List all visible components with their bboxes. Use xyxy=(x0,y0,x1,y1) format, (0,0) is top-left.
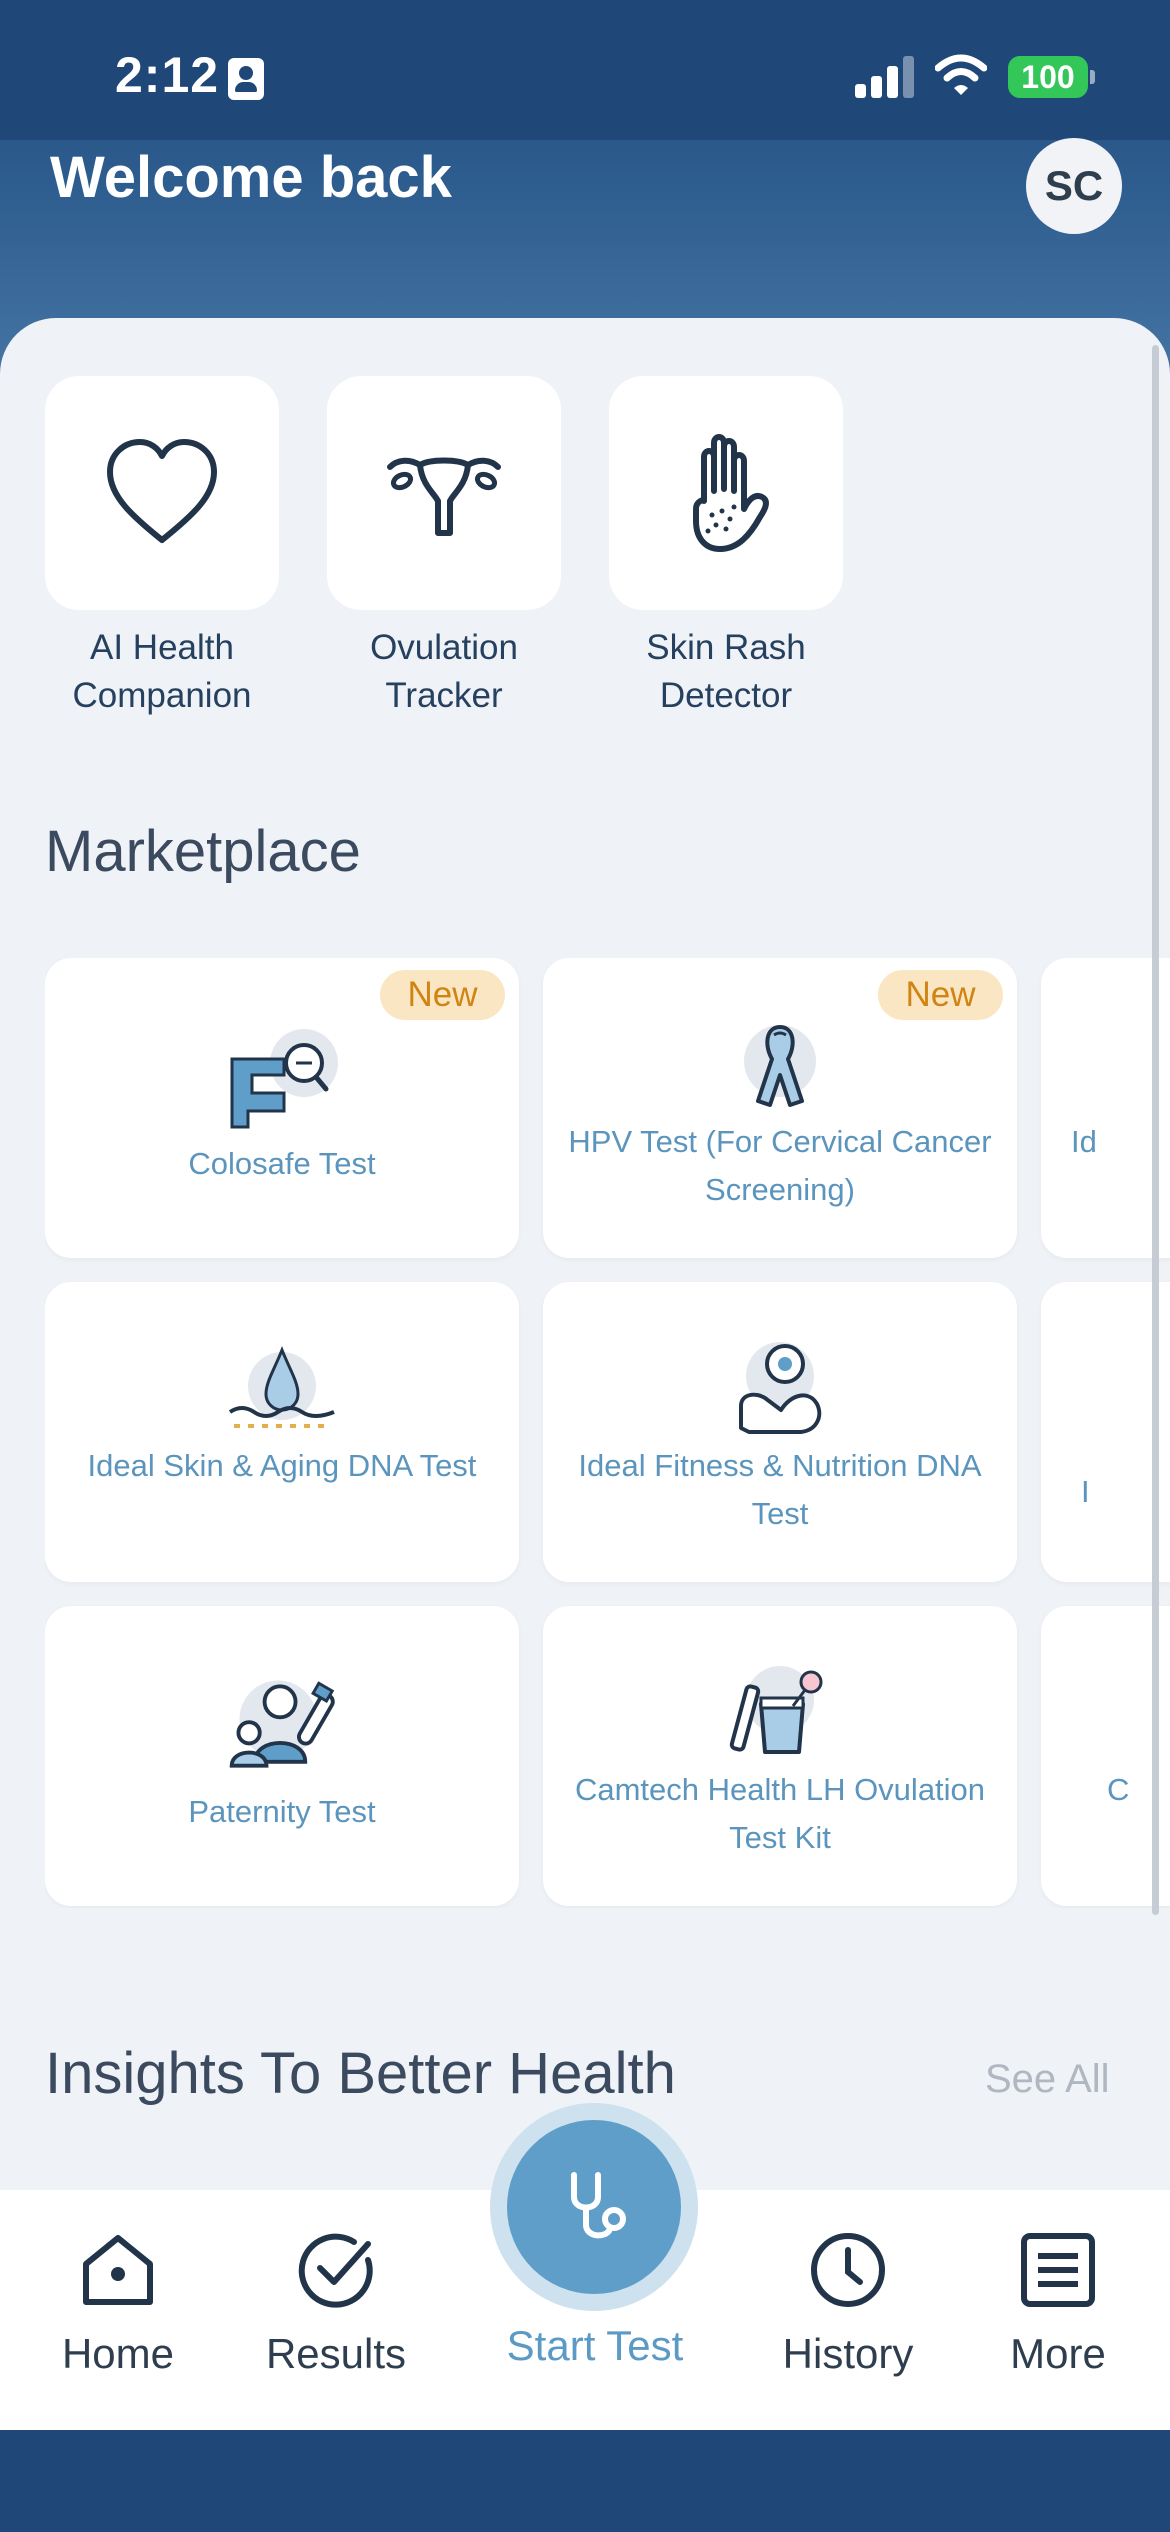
product-card-partial-2[interactable]: I xyxy=(1041,1282,1170,1582)
skin-drop-icon xyxy=(222,1332,342,1452)
product-label: I xyxy=(1081,1474,1090,1509)
colon-test-icon xyxy=(222,1018,342,1138)
product-label: Camtech Health LH Ovulation Test Kit xyxy=(574,1772,986,1855)
clock-icon xyxy=(811,2233,885,2307)
product-label: Id xyxy=(1071,1124,1097,1159)
product-card-partial-1[interactable]: Id xyxy=(1041,958,1170,1258)
product-label: Ideal Skin & Aging DNA Test xyxy=(87,1448,477,1483)
product-label: Colosafe Test xyxy=(188,1146,376,1181)
new-badge: New xyxy=(878,970,1003,1020)
quick-action-tile[interactable] xyxy=(609,376,843,610)
nav-label: History xyxy=(782,2330,914,2377)
start-test-label[interactable]: Start Test xyxy=(445,2322,745,2370)
start-test-button[interactable] xyxy=(507,2120,681,2294)
stethoscope-icon xyxy=(571,2172,626,2239)
nav-label: Home xyxy=(61,2330,175,2377)
quick-action-tile[interactable] xyxy=(45,376,279,610)
check-circle-icon xyxy=(298,2233,373,2308)
battery-tip xyxy=(1090,70,1095,84)
wifi-icon xyxy=(935,54,987,95)
welcome-heading: Welcome back xyxy=(50,145,452,210)
heart-icon xyxy=(107,439,217,543)
nav-home[interactable]: Home xyxy=(18,2230,218,2378)
product-card-hpv[interactable]: New HPV Test (For Cervical Cancer Screen… xyxy=(543,958,1017,1258)
paternity-icon xyxy=(222,1666,342,1786)
nav-label: More xyxy=(1010,2330,1106,2377)
contact-card-icon xyxy=(228,58,264,100)
product-label: HPV Test (For Cervical Cancer Screening) xyxy=(568,1124,992,1207)
quick-action-ai-health-companion[interactable]: AI Health Companion xyxy=(45,376,279,720)
quick-action-label: Ovulation Tracker xyxy=(370,628,518,715)
quick-action-label: AI Health Companion xyxy=(72,628,252,715)
product-card-skin-aging-dna[interactable]: Ideal Skin & Aging DNA Test xyxy=(45,1282,519,1582)
product-card-paternity[interactable]: Paternity Test xyxy=(45,1606,519,1906)
status-bar: 2:12 100 xyxy=(0,0,1170,140)
see-all-link[interactable]: See All xyxy=(985,2057,1110,2102)
status-time: 2:12 xyxy=(115,47,220,103)
hand-rash-icon xyxy=(693,434,769,552)
quick-action-tile[interactable] xyxy=(327,376,561,610)
quick-action-skin-rash-detector[interactable]: Skin Rash Detector xyxy=(609,376,843,720)
scrollbar[interactable] xyxy=(1152,345,1159,1915)
content-sheet: AI Health Companion Ovulation Tracker Sk xyxy=(0,318,1170,2190)
product-label: Ideal Fitness & Nutrition DNA Test xyxy=(578,1448,982,1531)
quick-action-label: Skin Rash Detector xyxy=(646,628,806,715)
awareness-ribbon-icon xyxy=(720,1008,840,1128)
product-card-partial-3[interactable]: C xyxy=(1041,1606,1170,1906)
product-card-colosafe[interactable]: New Colosafe Test xyxy=(45,958,519,1258)
nav-more[interactable]: More xyxy=(958,2230,1158,2378)
document-list-icon xyxy=(1021,2233,1095,2307)
fitness-arm-icon xyxy=(720,1327,840,1447)
product-card-lh-ovulation[interactable]: Camtech Health LH Ovulation Test Kit xyxy=(543,1606,1017,1906)
quick-action-ovulation-tracker[interactable]: Ovulation Tracker xyxy=(327,376,561,720)
uterus-icon xyxy=(387,457,501,536)
product-card-fitness-nutrition-dna[interactable]: Ideal Fitness & Nutrition DNA Test xyxy=(543,1282,1017,1582)
new-badge: New xyxy=(380,970,505,1020)
insights-title: Insights To Better Health xyxy=(45,2041,676,2106)
user-avatar[interactable]: SC xyxy=(1026,138,1122,234)
product-label: C xyxy=(1107,1772,1130,1807)
nav-results[interactable]: Results xyxy=(236,2230,436,2378)
battery-indicator: 100 xyxy=(1008,56,1088,98)
nav-label: Results xyxy=(265,2330,407,2377)
marketplace-title: Marketplace xyxy=(45,819,361,884)
marketplace-grid: New Colosafe Test New HPV Test (For Cerv… xyxy=(45,958,1170,1908)
product-label: Paternity Test xyxy=(188,1794,376,1829)
ovulation-kit-icon xyxy=(720,1651,840,1771)
nav-history[interactable]: History xyxy=(748,2230,948,2378)
cellular-signal-icon xyxy=(855,56,915,98)
home-icon xyxy=(83,2235,153,2305)
home-indicator-area xyxy=(0,2430,1170,2532)
